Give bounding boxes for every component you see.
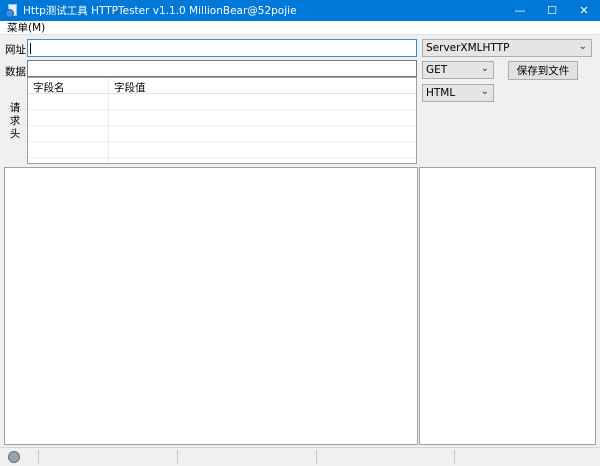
window-title: Http测试工具 HTTPTester v1.1.0 MillionBear@5…	[23, 5, 297, 17]
headers-grid-header: 字段名 字段值	[28, 78, 416, 94]
title-bar: Http测试工具 HTTPTester v1.1.0 MillionBear@5…	[0, 0, 600, 21]
format-select-value: HTML	[426, 87, 456, 99]
column-header-field-value[interactable]: 字段值	[114, 80, 146, 95]
response-output-pane[interactable]	[4, 167, 418, 445]
headers-grid[interactable]: 字段名 字段值	[27, 77, 417, 164]
column-header-field-name[interactable]: 字段名	[33, 80, 65, 95]
maximize-icon: ☐	[547, 4, 557, 17]
close-icon: ✕	[579, 4, 589, 17]
table-row[interactable]	[28, 142, 416, 158]
status-divider	[38, 450, 39, 464]
url-label: 网址	[5, 44, 26, 56]
table-row[interactable]	[28, 126, 416, 142]
status-divider	[454, 450, 455, 464]
table-row[interactable]	[28, 94, 416, 110]
chevron-down-icon: ⌄	[480, 86, 489, 97]
engine-select[interactable]: ServerXMLHTTP ⌄	[422, 39, 592, 57]
headers-label: 请求头	[9, 102, 21, 140]
method-select[interactable]: GET ⌄	[422, 61, 494, 79]
format-select[interactable]: HTML ⌄	[422, 84, 494, 102]
menu-item-main[interactable]: 菜单(M)	[7, 21, 45, 35]
chevron-down-icon: ⌄	[578, 41, 587, 52]
url-input[interactable]	[27, 39, 417, 57]
status-divider	[316, 450, 317, 464]
text-caret	[30, 43, 31, 54]
globe-icon	[8, 451, 20, 463]
save-to-file-button[interactable]: 保存到文件	[508, 61, 578, 80]
save-to-file-label: 保存到文件	[516, 65, 570, 77]
column-divider	[108, 78, 109, 163]
minimize-icon: —	[514, 4, 526, 17]
data-label: 数据	[5, 66, 26, 78]
close-button[interactable]: ✕	[568, 0, 600, 21]
chevron-down-icon: ⌄	[480, 63, 489, 74]
status-bar	[0, 447, 600, 466]
data-input[interactable]	[27, 60, 417, 77]
table-row[interactable]	[28, 110, 416, 126]
method-select-value: GET	[426, 64, 448, 76]
minimize-button[interactable]: —	[504, 0, 536, 21]
status-divider	[177, 450, 178, 464]
menu-bar: 菜单(M)	[0, 21, 600, 35]
response-headers-pane[interactable]	[419, 167, 596, 445]
app-icon	[5, 3, 19, 18]
maximize-button[interactable]: ☐	[536, 0, 568, 21]
engine-select-value: ServerXMLHTTP	[426, 42, 510, 54]
